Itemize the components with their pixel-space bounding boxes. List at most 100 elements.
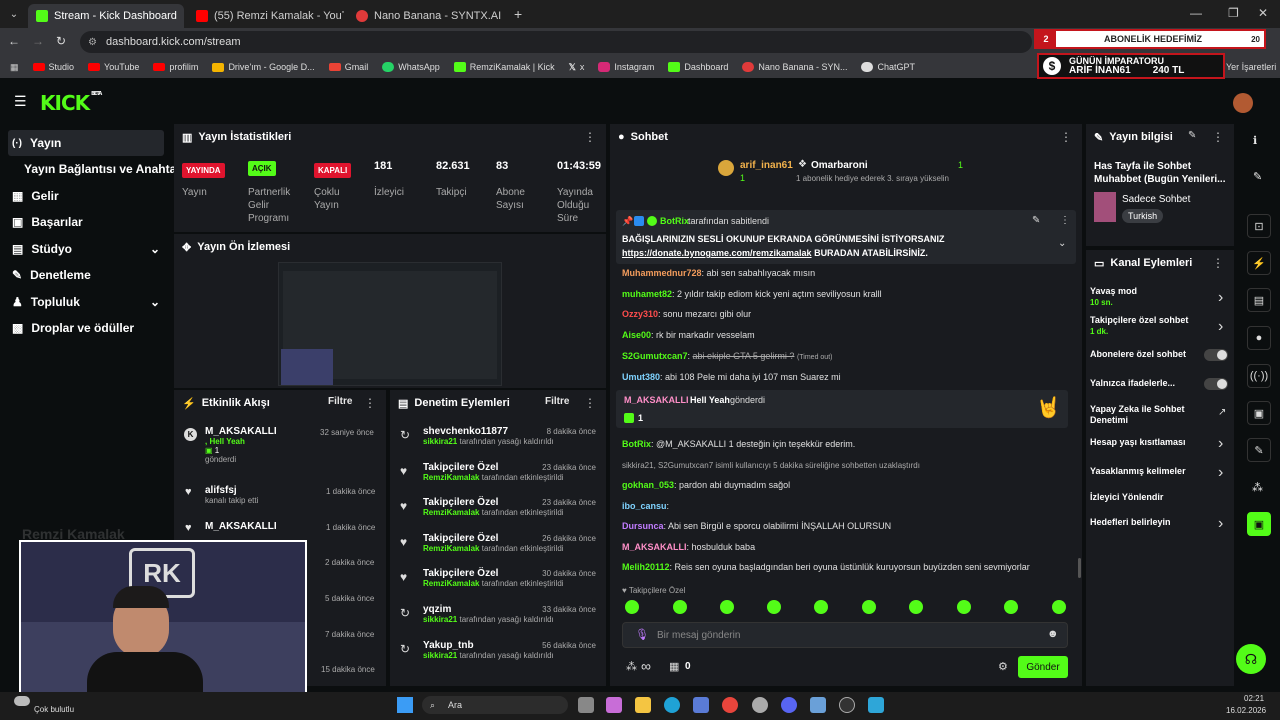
bookmark-dashboard[interactable]: Dashboard — [668, 62, 728, 72]
toggle-switch[interactable] — [1204, 349, 1228, 361]
more-options-icon[interactable]: ⋮ — [584, 130, 596, 144]
sidebar-item-denetleme[interactable]: ✎ Denetleme — [8, 262, 164, 288]
sidebar-item-gelir[interactable]: ▦ Gelir — [8, 183, 164, 209]
chevron-right-icon[interactable]: › — [1218, 318, 1223, 336]
kick-logo[interactable]: KICK BETA — [40, 91, 102, 115]
chevron-right-icon[interactable]: › — [1218, 435, 1223, 453]
pencil-icon[interactable]: ✎ — [1253, 170, 1262, 183]
donation-link[interactable]: https://donate.bynogame.com/remzikamalak — [622, 248, 812, 258]
chat-username[interactable]: Aise00 — [622, 330, 651, 340]
tools-button[interactable]: ✎ — [1247, 438, 1271, 462]
more-options-icon[interactable]: ⋮ — [584, 396, 596, 410]
steam-icon[interactable] — [752, 697, 768, 713]
bookmark-nano-banana[interactable]: Nano Banana - SYN... — [742, 62, 847, 72]
emote-icon[interactable] — [1004, 600, 1018, 614]
chat-username[interactable]: Muhammednur728 — [622, 268, 702, 278]
reload-icon[interactable]: ↻ — [56, 34, 66, 48]
chat-username[interactable]: gokhan_053 — [622, 480, 674, 490]
emote-icon[interactable] — [720, 600, 734, 614]
back-icon[interactable]: ← — [8, 34, 20, 48]
bookmark-studio[interactable]: Studio — [32, 62, 74, 72]
emote-icon[interactable] — [909, 600, 923, 614]
chat-scrollbar[interactable] — [1078, 558, 1081, 578]
edge-icon[interactable] — [664, 697, 680, 713]
emote-icon[interactable] — [1052, 600, 1066, 614]
moderation-filter-button[interactable]: Filtre — [545, 396, 569, 407]
notes-icon[interactable] — [868, 697, 884, 713]
copilot-icon[interactable] — [606, 697, 622, 713]
chat-username[interactable]: Dursunca — [622, 521, 664, 531]
channel-action-6[interactable]: Yasaklanmış kelimeler — [1090, 466, 1202, 477]
bookmark-profilim[interactable]: profilim — [153, 62, 198, 72]
chevron-right-icon[interactable]: › — [1218, 464, 1223, 482]
chat-username[interactable]: muhamet82 — [622, 289, 672, 299]
bookmark-kick[interactable]: RemziKamalak | Kick — [453, 62, 555, 72]
support-button[interactable]: ☊ — [1236, 644, 1266, 674]
windows-start-icon[interactable] — [397, 697, 413, 713]
channel-action-1[interactable]: Takipçilere özel sohbet 1 dk. — [1090, 315, 1202, 337]
chrome-icon[interactable] — [722, 697, 738, 713]
app-icon[interactable] — [810, 697, 826, 713]
channel-action-4[interactable]: Yapay Zeka ile Sohbet Denetimi — [1090, 404, 1202, 426]
bookmark-drive[interactable]: Drive'ım - Google D... — [212, 62, 315, 72]
taskbar-search[interactable]: ⌕ Ara — [422, 696, 568, 714]
chat-username[interactable]: Umut380 — [622, 372, 660, 382]
send-button[interactable]: Gönder — [1018, 656, 1068, 678]
emote-icon[interactable] — [862, 600, 876, 614]
forward-icon[interactable]: → — [32, 34, 44, 48]
apps-icon[interactable]: ▦ — [10, 62, 19, 73]
edit-icon[interactable]: ✎ — [1188, 130, 1196, 141]
chat-input[interactable]: 🎙 Bir mesaj gönderin ☻ — [622, 622, 1068, 648]
more-options-icon[interactable]: ⋮ — [1060, 130, 1072, 144]
discord-icon[interactable] — [781, 697, 797, 713]
media-player-icon[interactable] — [839, 697, 855, 713]
channel-action-8[interactable]: Hedefleri belirleyin — [1090, 517, 1202, 528]
more-options-icon[interactable]: ⋮ — [1212, 130, 1224, 144]
chat-username[interactable]: BotRix — [622, 439, 651, 449]
tab-list-button[interactable]: ⌄ — [4, 4, 24, 24]
chevron-right-icon[interactable]: › — [1218, 289, 1223, 307]
sidebar-item-droplar[interactable]: ▩ Droplar ve ödüller — [8, 315, 164, 341]
document-button[interactable]: ▤ — [1247, 288, 1271, 312]
pinned-message[interactable]: 📌 BotRix tarafından sabitlendi ✎ ⋮ BAĞIŞ… — [616, 210, 1076, 264]
url-field[interactable]: ⚙ dashboard.kick.com/stream — [80, 31, 1032, 53]
bookmark-chatgpt[interactable]: ChatGPT — [861, 62, 915, 72]
channel-action-5[interactable]: Hesap yaşı kısıtlaması — [1090, 437, 1202, 448]
chat-username[interactable]: ibo_cansu — [622, 501, 667, 511]
sidebar-item-topluluk[interactable]: ♟ Topluluk ⌄ — [8, 289, 164, 315]
channel-action-0[interactable]: Yavaş mod 10 sn. — [1090, 286, 1202, 308]
channel-action-7[interactable]: İzleyici Yönlendir — [1090, 492, 1202, 503]
tab-kick-dashboard[interactable]: Stream - Kick Dashboard ✕ — [28, 4, 184, 28]
chat-button[interactable]: ● — [1247, 326, 1271, 350]
channel-action-2[interactable]: Abonelere özel sohbet — [1090, 349, 1202, 360]
menu-icon[interactable]: ☰ — [14, 93, 27, 110]
bookmark-whatsapp[interactable]: WhatsApp — [382, 62, 440, 72]
chat-username[interactable]: Ozzy310 — [622, 309, 658, 319]
close-window-icon[interactable]: ✕ — [1258, 6, 1268, 20]
green-action-button[interactable]: ▣ — [1247, 512, 1271, 536]
site-info-icon[interactable]: ⚙ — [88, 37, 97, 48]
bookmarks-folder[interactable]: Yer İşaretleri — [1226, 62, 1276, 72]
more-options-icon[interactable]: ⋮ — [1212, 256, 1224, 270]
emote-icon[interactable] — [814, 600, 828, 614]
sidebar-item-basarilar[interactable]: ▣ Başarılar — [8, 209, 164, 235]
minimize-icon[interactable]: — — [1190, 6, 1202, 20]
more-options-icon[interactable]: ⋮ — [1060, 215, 1070, 226]
unpin-icon[interactable]: ✎ — [1032, 215, 1040, 226]
more-options-icon[interactable]: ⋮ — [364, 396, 376, 410]
close-tab-icon[interactable]: ✕ — [183, 10, 184, 23]
emote-icon[interactable] — [625, 600, 639, 614]
chevron-right-icon[interactable]: › — [1218, 515, 1223, 533]
sidebar-item-studyo[interactable]: ▤ Stüdyo ⌄ — [8, 236, 164, 262]
emote-icon[interactable] — [673, 600, 687, 614]
store-icon[interactable] — [693, 697, 709, 713]
avatar[interactable] — [1233, 93, 1253, 113]
maximize-icon[interactable]: ❐ — [1228, 6, 1239, 20]
broadcast-button[interactable]: ((·)) — [1247, 364, 1271, 388]
emote-icon[interactable] — [957, 600, 971, 614]
info-icon[interactable]: ℹ — [1253, 134, 1257, 147]
emote-icon[interactable] — [767, 600, 781, 614]
mic-icon[interactable]: 🎙 — [635, 628, 649, 641]
emoji-picker-icon[interactable]: ☻ — [1047, 628, 1059, 640]
sidebar-item-stream-key[interactable]: Yayın Bağlantısı ve Anahtarı — [20, 156, 184, 182]
